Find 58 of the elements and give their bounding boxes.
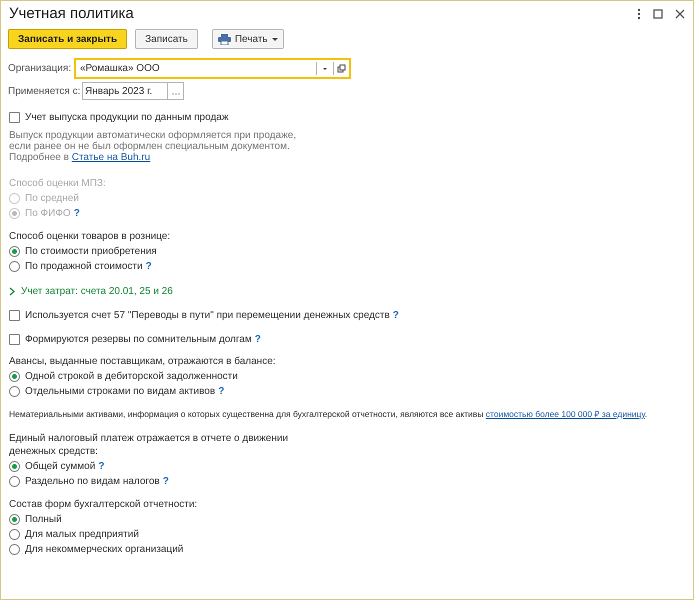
checkbox[interactable] [9, 112, 20, 122]
radio-button[interactable] [9, 544, 20, 555]
radio-label: Общей суммой [25, 460, 96, 474]
help-link[interactable]: ? [254, 332, 261, 346]
close-icon[interactable] [675, 9, 685, 19]
radio-label: Полный [25, 512, 62, 527]
select-button[interactable] [168, 82, 184, 100]
group-title: Состав форм бухгалтерской отчетности: [9, 498, 198, 511]
window-title: Учетная политика [9, 4, 134, 24]
help-link[interactable]: ? [162, 474, 169, 489]
radio-label: Отдельными строками по видам активов [25, 385, 216, 399]
radio-label: Одной строкой в дебиторской задолженности [25, 370, 238, 384]
radio-label: По средней [25, 192, 79, 206]
description-text: Подробнее в [9, 152, 70, 163]
article-link[interactable]: Статье на Buh.ru [72, 152, 150, 163]
help-link[interactable]: ? [392, 308, 399, 322]
date-field[interactable]: Январь 2023 г. [82, 82, 168, 100]
help-link[interactable]: ? [146, 259, 152, 274]
radio-label: Раздельно по видам налогов [25, 474, 160, 489]
help-link[interactable]: ? [218, 384, 224, 399]
checkbox[interactable] [9, 334, 20, 344]
caret-icon [272, 38, 278, 40]
radio-button[interactable] [9, 261, 20, 272]
group-title: Единый налоговый платеж отражается в отчете о движении денежных средств: [9, 432, 290, 458]
checkbox-label: Формируются резервы по сомнительным долгам [25, 332, 252, 346]
checkbox-label: Учет выпуска продукции по данным продаж [25, 110, 229, 124]
description-text: Выпуск продукции автоматически оформляется при продаже, если ранее он не был оформлен специальным документом. [9, 130, 298, 152]
radio-label: По стоимости приобретения [25, 245, 157, 259]
save-button[interactable]: Записать [135, 29, 198, 49]
radio-button[interactable] [9, 371, 20, 382]
help-link[interactable]: ? [98, 458, 104, 474]
section-toggle[interactable]: Учет затрат: счета 20.01, 25 и 26 [21, 284, 173, 298]
radio-button[interactable] [9, 528, 20, 540]
group-title: Способ оценки МПЗ: [9, 177, 107, 190]
radio-button[interactable] [9, 476, 20, 487]
checkbox-label: Используется счет 57 "Переводы в пути" при перемещении денежных средств [25, 308, 390, 322]
field-label: Организация: [8, 62, 72, 76]
organization-field[interactable]: «Ромашка» ООО [74, 58, 351, 79]
radio-button[interactable] [9, 460, 20, 472]
group-title: Способ оценки товаров в рознице: [9, 230, 172, 243]
printer-icon [218, 34, 231, 44]
info-text: Нематериальными активами, информация о которых существенна для бухгалтерской отчетности, являются все активы стоимостью более 100 000 ₽ за единицу. [9, 409, 648, 419]
radio-label: По ФИФО [25, 207, 71, 221]
radio-button[interactable] [9, 514, 20, 525]
field-label: Применяется с: [8, 84, 82, 98]
radio-label: По продажной стоимости [25, 260, 143, 274]
threshold-link[interactable]: стоимостью более 100 000 ₽ за единицу [486, 409, 645, 419]
save-and-close-button[interactable]: Записать и закрыть [8, 29, 128, 49]
more-icon[interactable] [637, 8, 641, 20]
maximize-icon[interactable] [653, 9, 663, 19]
print-button[interactable]: Печать [212, 29, 284, 49]
radio-button[interactable] [9, 246, 20, 257]
radio-label: Для малых предприятий [25, 528, 139, 542]
radio-label: Для некоммерческих организаций [25, 542, 184, 557]
group-title: Авансы, выданные поставщикам, отражаются в балансе: [9, 355, 277, 368]
chevron-icon[interactable] [9, 286, 15, 296]
radio-button[interactable] [9, 386, 20, 397]
checkbox[interactable] [9, 310, 20, 320]
